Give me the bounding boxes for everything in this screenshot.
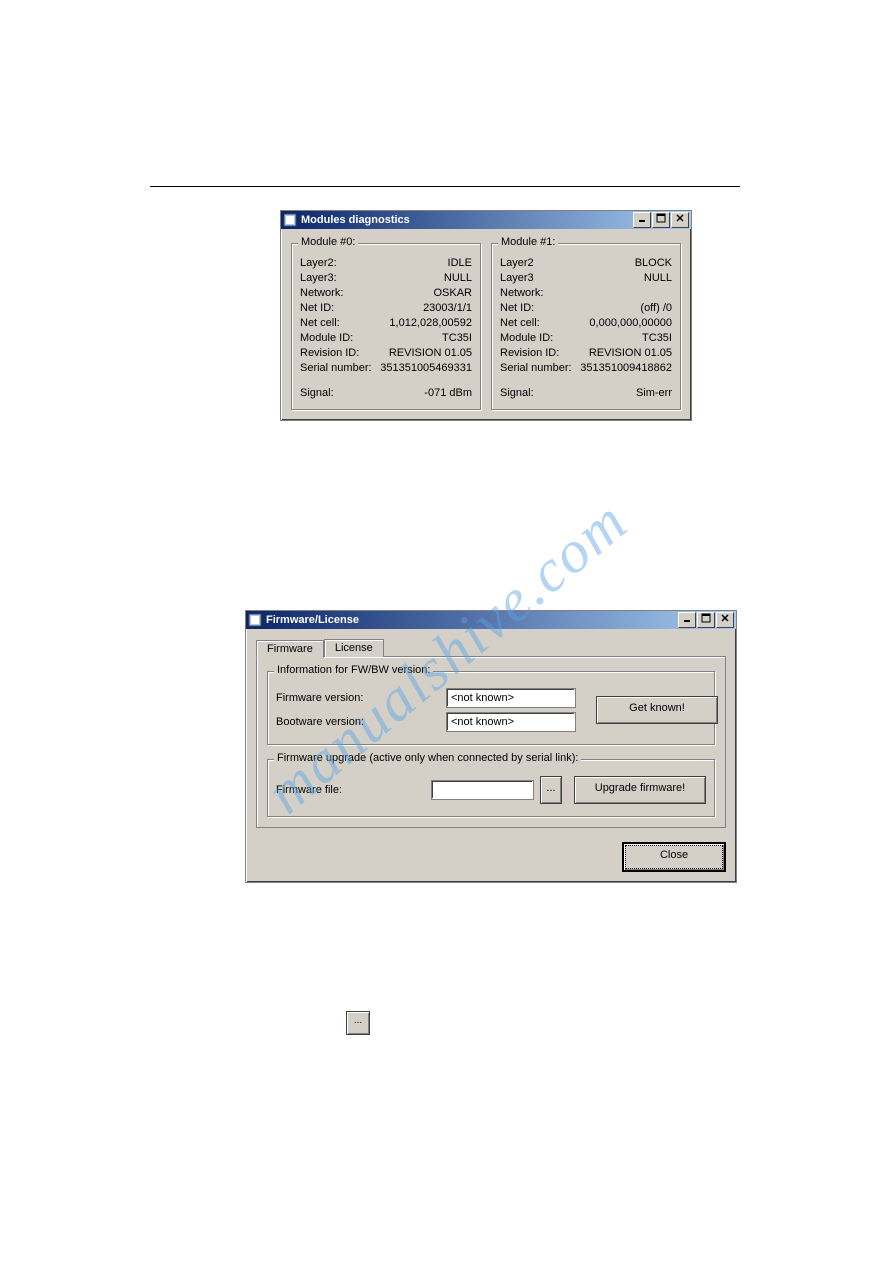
module-0-row: Net ID: 23003/1/1 xyxy=(300,301,472,316)
module-0-value: NULL xyxy=(444,271,472,286)
module-0-value: OSKAR xyxy=(433,286,472,301)
close-button[interactable] xyxy=(671,212,689,228)
module-1-row: Network: xyxy=(500,286,672,301)
module-0-key: Layer2: xyxy=(300,256,337,271)
upgrade-legend: Firmware upgrade (active only when conne… xyxy=(274,752,581,764)
module-1-key: Net ID: xyxy=(500,301,534,316)
close-button[interactable] xyxy=(716,612,734,628)
firmware-file-field[interactable] xyxy=(431,780,534,800)
module-0-row: Net cell: 1,012,028,00592 xyxy=(300,316,472,331)
module-1-row: Layer3 NULL xyxy=(500,271,672,286)
module-1-group: Module #1: Layer2BLOCKLayer3NULLNetwork:… xyxy=(491,243,681,410)
module-0-row: Layer2: IDLE xyxy=(300,256,472,271)
module-0-key: Module ID: xyxy=(300,331,353,346)
module-1-value: 0,000,000,00000 xyxy=(589,316,672,331)
module-0-value: 23003/1/1 xyxy=(423,301,472,316)
module-1-value: TC35I xyxy=(642,331,672,346)
bootware-version-label: Bootware version: xyxy=(276,716,436,728)
firmware-file-label: Firmware file: xyxy=(276,784,425,796)
browse-button-inline-image: ... xyxy=(346,1011,370,1035)
firmware-version-field[interactable]: <not known> xyxy=(446,688,576,708)
module-0-value: TC35I xyxy=(442,331,472,346)
module-1-row: Serial number: 351351009418862 xyxy=(500,361,672,376)
close-dialog-button[interactable]: Close xyxy=(622,842,726,872)
get-known-button[interactable]: Get known! xyxy=(596,696,718,724)
tab-license[interactable]: License xyxy=(324,639,384,657)
module-0-row: Serial number: 351351005469331 xyxy=(300,361,472,376)
module-0-row: Network: OSKAR xyxy=(300,286,472,301)
module-0-key: Net ID: xyxy=(300,301,334,316)
window-title: Modules diagnostics xyxy=(301,214,633,226)
module-1-value: NULL xyxy=(644,271,672,286)
module-0-row: Module ID: TC35I xyxy=(300,331,472,346)
module-1-key: Network: xyxy=(500,286,543,301)
window-title: Firmware/License xyxy=(266,614,678,626)
page-rule xyxy=(150,186,740,187)
module-1-value: BLOCK xyxy=(635,256,672,271)
firmware-version-label: Firmware version: xyxy=(276,692,436,704)
module-1-key: Serial number: xyxy=(500,361,572,376)
app-icon xyxy=(283,213,297,227)
module-1-key: Module ID: xyxy=(500,331,553,346)
module-1-value: 351351009418862 xyxy=(580,361,672,376)
module-1-signal: Signal: Sim-err xyxy=(500,386,672,401)
upgrade-group: Firmware upgrade (active only when conne… xyxy=(267,759,715,817)
module-1-value: (off) /0 xyxy=(640,301,672,316)
info-legend: Information for FW/BW version: xyxy=(274,664,433,676)
module-0-value: IDLE xyxy=(448,256,472,271)
module-1-row: Net cell: 0,000,000,00000 xyxy=(500,316,672,331)
module-1-row: Net ID: (off) /0 xyxy=(500,301,672,316)
browse-button[interactable]: ... xyxy=(540,776,562,804)
module-0-value: 1,012,028,00592 xyxy=(389,316,472,331)
module-1-row: Revision ID: REVISION 01.05 xyxy=(500,346,672,361)
minimize-button[interactable] xyxy=(633,212,651,228)
module-1-key: Layer3 xyxy=(500,271,534,286)
module-0-legend: Module #0: xyxy=(298,236,358,248)
module-0-key: Layer3: xyxy=(300,271,337,286)
module-0-key: Net cell: xyxy=(300,316,340,331)
maximize-button[interactable] xyxy=(652,212,670,228)
module-0-key: Serial number: xyxy=(300,361,372,376)
module-0-row: Layer3: NULL xyxy=(300,271,472,286)
app-icon xyxy=(248,613,262,627)
module-0-signal: Signal: -071 dBm xyxy=(300,386,472,401)
module-1-row: Module ID: TC35I xyxy=(500,331,672,346)
minimize-button[interactable] xyxy=(678,612,696,628)
module-0-row: Revision ID: REVISION 01.05 xyxy=(300,346,472,361)
tab-panel-firmware: Information for FW/BW version: Firmware … xyxy=(256,656,726,828)
tab-firmware[interactable]: Firmware xyxy=(256,640,324,658)
module-1-legend: Module #1: xyxy=(498,236,558,248)
info-group: Information for FW/BW version: Firmware … xyxy=(267,671,715,745)
bootware-version-field[interactable]: <not known> xyxy=(446,712,576,732)
module-1-key: Net cell: xyxy=(500,316,540,331)
upgrade-firmware-button[interactable]: Upgrade firmware! xyxy=(574,776,706,804)
maximize-button[interactable] xyxy=(697,612,715,628)
module-1-key: Layer2 xyxy=(500,256,534,271)
module-0-value: 351351005469331 xyxy=(380,361,472,376)
titlebar[interactable]: Firmware/License xyxy=(246,611,736,629)
firmware-license-window: Firmware/License Firmware License Inform… xyxy=(245,610,737,883)
module-1-row: Layer2 BLOCK xyxy=(500,256,672,271)
modules-diagnostics-window: Modules diagnostics Module #0: Layer2: ID… xyxy=(280,210,692,421)
module-0-key: Revision ID: xyxy=(300,346,359,361)
module-0-value: REVISION 01.05 xyxy=(389,346,472,361)
module-0-group: Module #0: Layer2:IDLELayer3:NULLNetwork… xyxy=(291,243,481,410)
module-0-key: Network: xyxy=(300,286,343,301)
module-1-key: Revision ID: xyxy=(500,346,559,361)
titlebar[interactable]: Modules diagnostics xyxy=(281,211,691,229)
module-1-value: REVISION 01.05 xyxy=(589,346,672,361)
